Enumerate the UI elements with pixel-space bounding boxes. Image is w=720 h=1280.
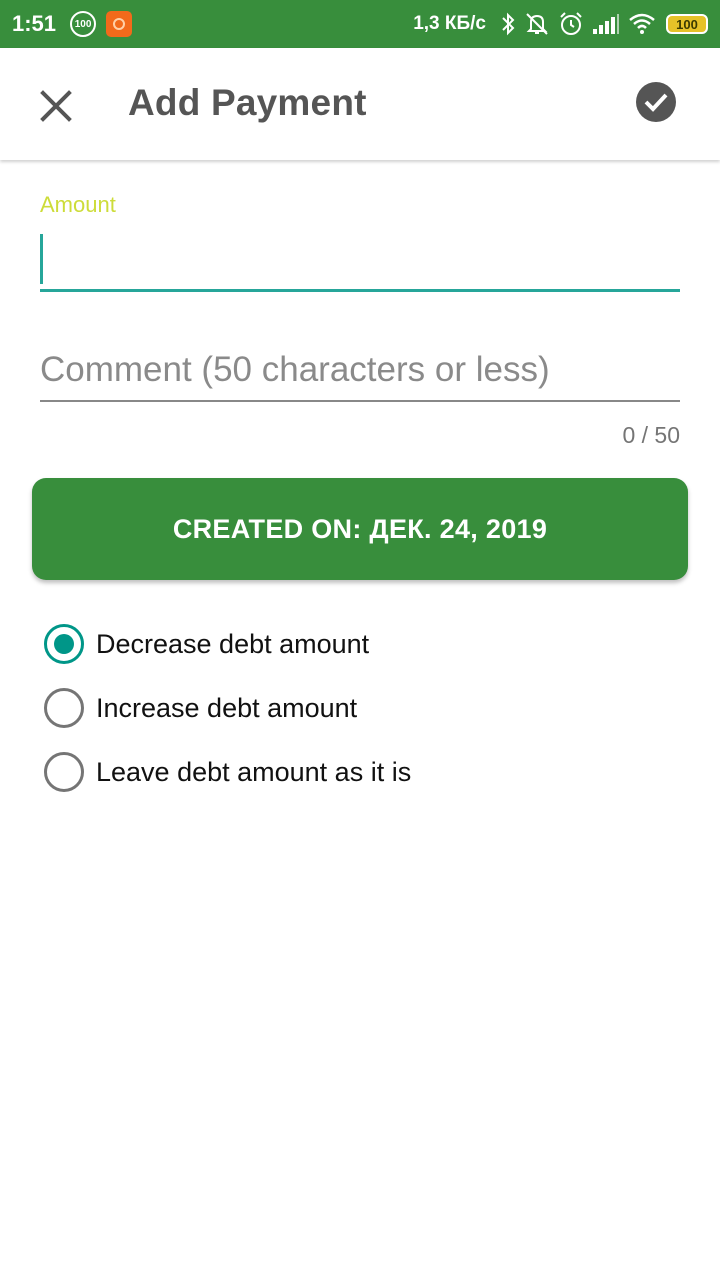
option-increase-debt[interactable]: Increase debt amount — [40, 676, 680, 740]
toolbar: Add Payment — [0, 48, 720, 160]
option-label: Decrease debt amount — [96, 628, 370, 659]
debt-option-group: Decrease debt amount Increase debt amoun… — [40, 612, 680, 804]
text-cursor — [40, 234, 43, 284]
bluetooth-icon — [500, 12, 516, 36]
network-speed: 1,3 КБ/с — [413, 13, 486, 34]
close-icon — [40, 90, 72, 122]
option-label: Leave debt amount as it is — [96, 756, 412, 787]
radio-unchecked-icon[interactable] — [44, 688, 84, 728]
option-decrease-debt[interactable]: Decrease debt amount — [40, 612, 680, 676]
check-circle-icon — [636, 82, 676, 122]
badge-icon: 100 — [70, 11, 97, 37]
close-button[interactable] — [28, 78, 84, 134]
status-left: 1:51 100 — [12, 11, 133, 37]
signal-icon — [592, 13, 620, 35]
app-notification-icon — [106, 11, 133, 37]
comment-input[interactable] — [40, 340, 680, 402]
notifications-off-icon — [524, 11, 550, 37]
option-label: Increase debt amount — [96, 692, 358, 723]
status-bar: 1:51 100 1,3 КБ/с 100 — [0, 0, 720, 48]
status-right: 1,3 КБ/с 100 — [413, 11, 708, 37]
alarm-icon — [558, 11, 584, 37]
battery-icon: 100 — [666, 14, 708, 34]
radio-unchecked-icon[interactable] — [44, 752, 84, 792]
amount-input[interactable] — [40, 230, 680, 292]
character-counter: 0 / 50 — [622, 422, 680, 448]
status-time: 1:51 — [12, 11, 57, 36]
confirm-button[interactable] — [628, 74, 684, 130]
wifi-icon — [628, 13, 656, 35]
radio-checked-icon[interactable] — [44, 624, 84, 664]
amount-label: Amount — [40, 192, 116, 217]
page-title: Add Payment — [128, 82, 367, 123]
option-leave-debt[interactable]: Leave debt amount as it is — [40, 740, 680, 804]
created-on-date-button[interactable]: CREATED ON: ДЕК. 24, 2019 — [32, 478, 688, 580]
